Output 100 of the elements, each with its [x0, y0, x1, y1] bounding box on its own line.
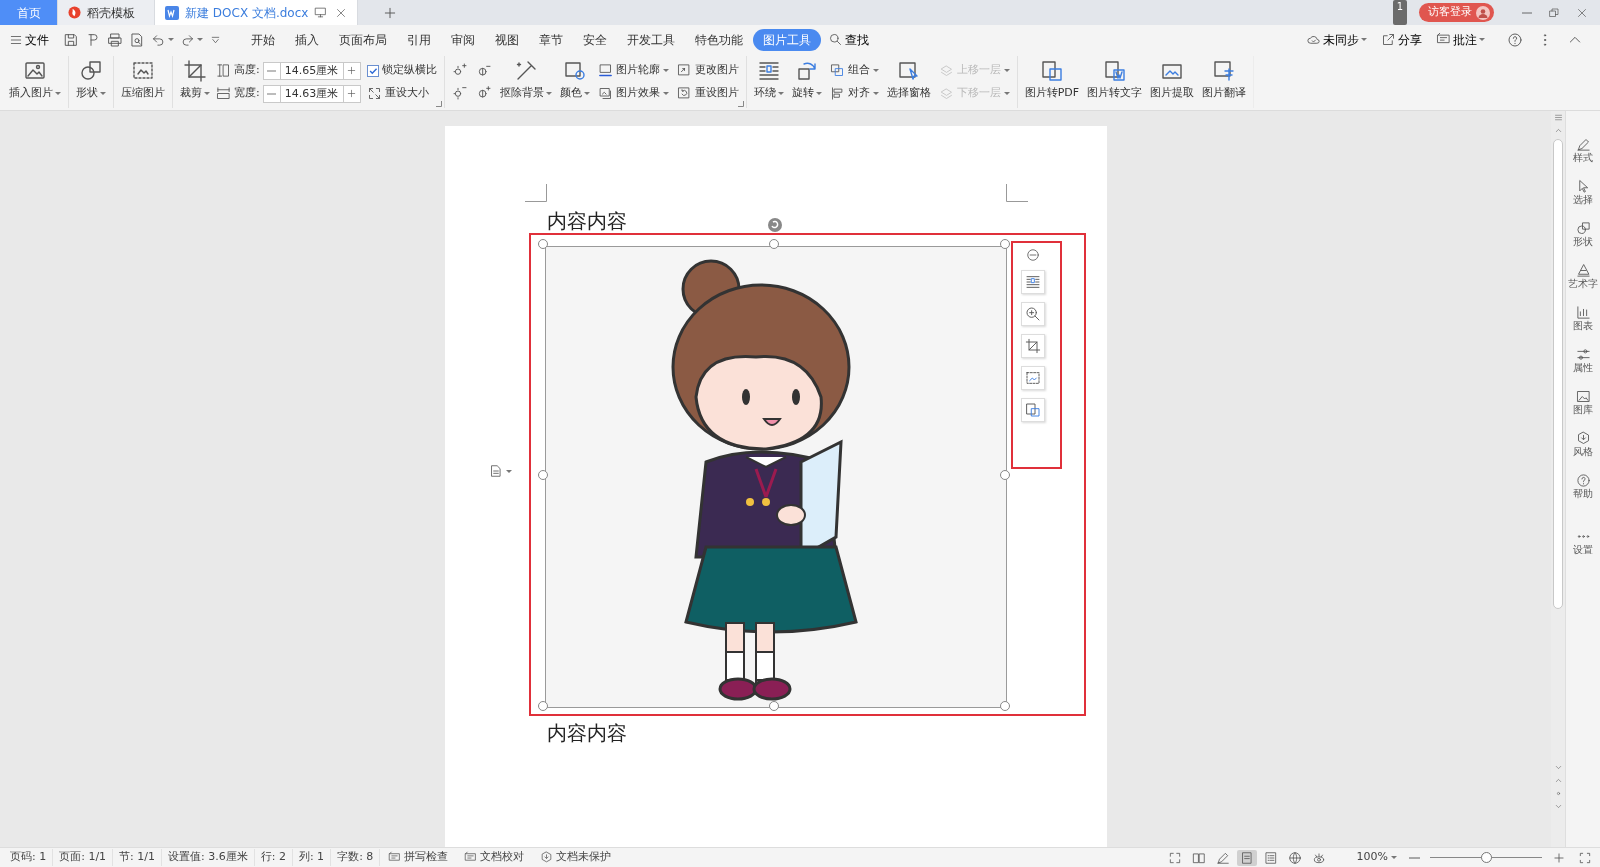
outline-icon [1263, 850, 1278, 865]
paragraph-menu-button[interactable] [488, 464, 512, 478]
resize-handle[interactable] [999, 239, 1010, 249]
dialog-launcher-icon [435, 101, 442, 107]
close-icon [335, 6, 348, 19]
quick-tool-button[interactable] [1020, 302, 1045, 326]
selected-picture[interactable] [544, 246, 1007, 708]
ribbon-button[interactable]: 组合 [827, 61, 881, 80]
size-field[interactable]: 14.65厘米 [280, 61, 343, 80]
resize-handle[interactable] [537, 701, 548, 711]
ribbon-tab[interactable]: 开发工具 [617, 28, 685, 51]
ribbon-tab[interactable]: 插入 [285, 28, 329, 51]
sidebar-button[interactable]: 艺术字 [1568, 263, 1598, 290]
ribbon-button[interactable]: 插入图片 [7, 56, 63, 108]
resize-handle[interactable] [768, 701, 779, 711]
sidebar-button[interactable]: 属性 [1573, 347, 1593, 374]
avatar-icon [1476, 5, 1490, 20]
checkbox-label[interactable]: 锁定纵横比 [364, 61, 439, 80]
ribbon-tab[interactable]: 安全 [573, 28, 617, 51]
tab-label: 首页 [16, 4, 41, 22]
decrease-button[interactable] [262, 61, 281, 80]
size-field[interactable]: 14.63厘米 [280, 84, 343, 103]
ribbon-button[interactable]: 图片转PDF [1022, 56, 1082, 108]
ribbon-button[interactable]: 裁剪 [178, 56, 212, 108]
corner-mark [524, 184, 547, 202]
resize-handle[interactable] [768, 239, 779, 249]
decrease-button[interactable] [262, 84, 281, 103]
scrollbar-thumb[interactable] [1553, 139, 1563, 609]
view-button[interactable] [1236, 849, 1257, 866]
toolbar-button[interactable]: 批注 [1433, 28, 1488, 51]
quick-tool-button[interactable] [1020, 366, 1045, 390]
sidebar-button[interactable]: 图库 [1573, 389, 1593, 416]
ribbon-button[interactable]: 环绕 [751, 56, 786, 108]
fit-icon [1578, 850, 1592, 865]
rotate-handle-icon[interactable] [766, 217, 783, 233]
align-icon [829, 86, 845, 101]
toolbar-button[interactable]: 分享 [1378, 28, 1425, 51]
ribbon-button[interactable]: 更改图片 [674, 61, 741, 80]
document-tab[interactable]: 新建 DOCX 文档.docx [155, 0, 359, 25]
resize-handle[interactable] [999, 470, 1010, 480]
zoom-dropdown[interactable]: 100% [1348, 849, 1405, 866]
ribbon-tab[interactable]: 特色功能 [685, 28, 753, 51]
ribbon-button[interactable]: 图片轮廓 [595, 61, 671, 80]
ribbon-button[interactable]: 压缩图片 [119, 56, 167, 108]
increase-button[interactable] [342, 84, 361, 103]
status-button[interactable]: 文档未保护 [532, 849, 620, 866]
ribbon-tab[interactable]: 开始 [241, 28, 285, 51]
scroll-up-button[interactable] [1553, 126, 1563, 135]
ribbon-button[interactable]: 图片提取 [1148, 56, 1197, 108]
quick-tool-button[interactable] [1020, 334, 1045, 358]
file-menu-button[interactable]: 文件 [6, 28, 52, 51]
status-button[interactable]: 拼写检查 [380, 849, 457, 866]
resize-handle[interactable] [537, 239, 548, 249]
toolbar-button[interactable]: 未同步 [1303, 28, 1370, 51]
redo-icon [180, 32, 195, 47]
sidebar-button[interactable]: 形状 [1573, 221, 1593, 248]
sidebar-button[interactable]: 风格 [1573, 431, 1593, 458]
ribbon-tab[interactable]: 引用 [397, 28, 441, 51]
ribbon-tab[interactable]: 视图 [485, 28, 529, 51]
ribbon-tab[interactable]: 页面布局 [329, 28, 397, 51]
sidebar-button[interactable]: 设置 [1573, 529, 1593, 556]
ribbon-button[interactable]: 重设大小 [364, 84, 439, 103]
next-page-button[interactable] [1553, 802, 1563, 811]
ribbon-tab[interactable]: 审阅 [441, 28, 485, 51]
ribbon-tab[interactable]: 章节 [529, 28, 573, 51]
login-button[interactable]: 访客登录 [1419, 3, 1494, 22]
resize-handle[interactable] [537, 470, 548, 480]
ribbon-button[interactable]: 图片转文字 [1085, 56, 1145, 108]
checkbox[interactable] [366, 64, 379, 77]
sidebar-button[interactable]: 图表 [1573, 305, 1593, 332]
ribbon-button[interactable]: 颜色 [557, 56, 592, 108]
sidebar-button[interactable]: 样式 [1573, 137, 1593, 164]
sidebar-button[interactable]: 帮助 [1573, 473, 1593, 500]
ribbon-button[interactable]: 选择窗格 [884, 56, 933, 108]
status-text: 页面: 1/1 [53, 849, 114, 866]
sidebar-button[interactable]: 选择 [1573, 179, 1593, 206]
previous-page-button[interactable] [1553, 776, 1563, 785]
search-button[interactable]: 查找 [825, 28, 872, 51]
quick-tool-button[interactable] [1020, 398, 1045, 422]
quick-tool-button[interactable] [1020, 270, 1045, 294]
fit-window-button[interactable] [1578, 850, 1592, 865]
document-tab[interactable]: 稻壳模板 [58, 0, 155, 25]
ribbon-button[interactable]: 重设图片 [674, 84, 741, 103]
ribbon-button[interactable]: 旋转 [789, 56, 824, 108]
resize-handle[interactable] [999, 701, 1010, 711]
scroll-down-button[interactable] [1553, 763, 1563, 772]
status-button[interactable]: 文档校对 [456, 849, 533, 866]
ribbon-button[interactable]: 对齐 [827, 84, 881, 103]
status-text: 行: 2 [254, 849, 293, 866]
ribbon-button[interactable]: 图片翻译 [1200, 56, 1249, 108]
ribbon-button[interactable]: 形状 [74, 56, 108, 108]
zoom-slider-thumb[interactable] [1481, 852, 1492, 863]
increase-button[interactable] [342, 61, 361, 80]
picture-convert-icon [1024, 402, 1041, 418]
collapse-button[interactable] [1025, 248, 1040, 262]
caret-icon [545, 91, 552, 95]
picture-convert-icon [1039, 59, 1064, 83]
zoom-in-button[interactable] [1552, 850, 1566, 865]
ribbon-button[interactable]: 抠除背景 [497, 56, 554, 108]
ribbon-button[interactable]: 图片效果 [595, 84, 671, 103]
